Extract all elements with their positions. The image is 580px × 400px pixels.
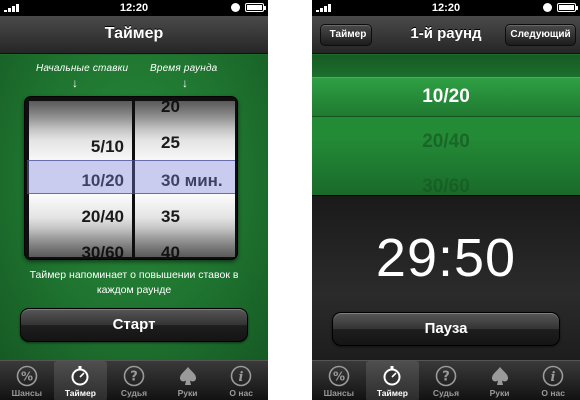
current-round: 10/20 <box>422 86 470 107</box>
tab-odds[interactable]: % Шансы <box>312 361 366 400</box>
tab-bar: % Шансы Таймер ? Судья Руки i О нас <box>0 360 268 400</box>
start-button[interactable]: Старт <box>20 308 248 342</box>
percent-icon: % <box>328 365 350 387</box>
tab-hands[interactable]: Руки <box>473 361 527 400</box>
question-icon: ? <box>123 365 145 387</box>
tab-label: О нас <box>541 388 565 398</box>
svg-text:i: i <box>551 370 556 385</box>
battery-icon <box>245 3 266 12</box>
tab-odds[interactable]: % Шансы <box>0 361 54 400</box>
arrow-down-icon: ↓ <box>72 76 78 90</box>
next-round: 20/40 <box>422 131 470 152</box>
tab-label: Шансы <box>323 388 354 398</box>
back-button[interactable]: Таймер <box>320 24 372 46</box>
minutes-option[interactable]: 20 <box>161 101 180 125</box>
tab-label: Судья <box>432 388 460 398</box>
tab-bar: % Шансы Таймер ? Судья Руки i О нас <box>312 360 580 400</box>
question-icon: ? <box>435 365 457 387</box>
tab-label: Руки <box>177 388 198 398</box>
tab-label: Таймер <box>376 388 408 398</box>
alarm-icon <box>231 3 240 12</box>
tab-judge[interactable]: ? Судья <box>107 361 161 400</box>
round-time-hint: Время раунда <box>150 63 218 74</box>
next-round-button[interactable]: Следующий <box>505 24 576 46</box>
status-bar: 12:20 <box>0 0 268 16</box>
spade-icon <box>179 367 196 385</box>
blinds-option[interactable]: 30/60 <box>81 235 124 257</box>
info-icon: i <box>542 365 564 387</box>
page-title: 1-й раунд <box>410 25 482 42</box>
countdown-display: 29:50 <box>375 228 517 288</box>
initial-bets-hint: Начальные ставки <box>36 63 129 74</box>
minutes-option[interactable]: 40 <box>161 235 180 257</box>
pause-button[interactable]: Пауза <box>332 312 560 346</box>
round-timer-screen: 12:20 Таймер 1-й раунд Следующий 10/20 2… <box>312 0 580 400</box>
tab-label: Руки <box>489 388 510 398</box>
navigation-bar: Таймер 1-й раунд Следующий <box>312 16 580 54</box>
tab-hands[interactable]: Руки <box>161 361 215 400</box>
tab-label: Таймер <box>64 388 96 398</box>
tab-about[interactable]: i О нас <box>214 361 268 400</box>
navigation-bar: Таймер <box>0 16 268 54</box>
stopwatch-icon <box>383 366 401 386</box>
percent-icon: % <box>16 365 38 387</box>
status-time: 12:20 <box>431 2 461 14</box>
status-time: 12:20 <box>119 2 149 14</box>
svg-text:?: ? <box>442 370 450 385</box>
blinds-option[interactable]: 20/40 <box>81 199 124 235</box>
tab-timer[interactable]: Таймер <box>365 361 420 400</box>
svg-text:?: ? <box>130 370 138 385</box>
stopwatch-icon <box>71 366 89 386</box>
spade-icon <box>491 367 508 385</box>
tab-timer[interactable]: Таймер <box>53 361 108 400</box>
tab-label: Судья <box>120 388 148 398</box>
page-title: Таймер <box>104 25 164 42</box>
tab-judge[interactable]: ? Судья <box>419 361 473 400</box>
svg-text:%: % <box>21 370 33 384</box>
timer-setup-screen: 12:20 Таймер Начальные ставки Время раун… <box>0 0 268 400</box>
minutes-option[interactable]: 25 <box>161 125 180 161</box>
tab-label: О нас <box>229 388 253 398</box>
battery-icon <box>557 3 578 12</box>
upcoming-round: 30/60 <box>422 176 470 195</box>
arrow-down-icon: ↓ <box>182 76 188 90</box>
blinds-time-picker: 5/10 10/20 20/40 30/60 20 25 30 мин. 35 … <box>24 96 238 260</box>
timer-description: Таймер напоминает о повышении ставок в к… <box>29 269 239 296</box>
tab-about[interactable]: i О нас <box>526 361 580 400</box>
svg-text:i: i <box>239 370 244 385</box>
info-icon: i <box>230 365 252 387</box>
status-bar: 12:20 <box>312 0 580 16</box>
svg-text:%: % <box>333 370 345 384</box>
minutes-option[interactable]: 35 <box>161 199 180 235</box>
selection-indicator <box>27 160 235 194</box>
rounds-list: 10/20 20/40 30/60 <box>312 55 580 195</box>
tab-label: Шансы <box>11 388 42 398</box>
alarm-icon <box>543 3 552 12</box>
